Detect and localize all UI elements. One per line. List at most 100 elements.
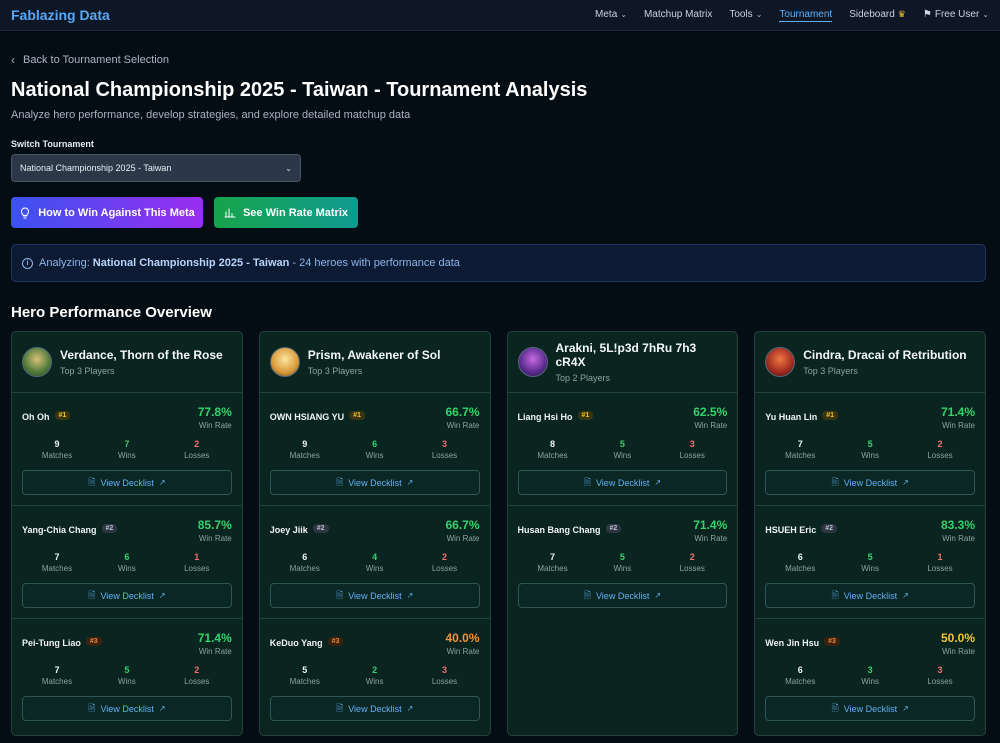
crown-icon: ♛ <box>897 9 906 19</box>
stat-losses: 3 Losses <box>905 665 975 686</box>
matches-value: 6 <box>797 665 803 675</box>
win-rate-matrix-button[interactable]: See Win Rate Matrix <box>214 197 358 228</box>
view-decklist-button[interactable]: 🗎 View Decklist ↗ <box>269 696 480 721</box>
nav-item-matchup-matrix[interactable]: Matchup Matrix <box>644 9 712 21</box>
stat-wins: 2 Wins <box>340 665 410 686</box>
hero-info: Prism, Awakener of Sol Top 3 Players <box>308 348 441 376</box>
view-decklist-button[interactable]: 🗎 View Decklist ↗ <box>765 696 975 721</box>
player-entry: Pei-Tung Liao #3 71.4% Win Rate 7 Matche… <box>12 619 242 732</box>
stat-matches: 7 Matches <box>518 552 588 573</box>
matches-label: Matches <box>41 564 73 573</box>
view-decklist-button[interactable]: 🗎 View Decklist ↗ <box>22 470 232 495</box>
player-entry: HSUEH Eric #2 83.3% Win Rate 6 Matches 5… <box>755 506 985 619</box>
stat-losses: 1 Losses <box>905 552 975 573</box>
view-decklist-button[interactable]: 🗎 View Decklist ↗ <box>22 696 232 721</box>
win-rate-block: 71.4% Win Rate <box>693 518 727 543</box>
rank-badge: #2 <box>101 524 118 533</box>
external-link-icon: ↗ <box>406 478 414 487</box>
stat-losses: 2 Losses <box>905 439 975 460</box>
hero-card: Arakni, 5L!p3d 7hRu 7h3 cR4X Top 2 Playe… <box>506 331 739 736</box>
action-buttons: How to Win Against This Meta See Win Rat… <box>11 197 986 228</box>
stat-wins: 7 Wins <box>92 439 162 460</box>
win-rate-label: Win Rate <box>446 534 480 543</box>
nav-item-label: Tools <box>729 9 753 20</box>
stat-wins: 5 Wins <box>587 439 657 460</box>
view-decklist-button[interactable]: 🗎 View Decklist ↗ <box>517 583 728 608</box>
matches-label: Matches <box>289 677 320 686</box>
brand-logo[interactable]: Fablazing Data <box>11 7 110 23</box>
view-decklist-label: View Decklist <box>100 477 154 488</box>
external-link-icon: ↗ <box>902 478 909 487</box>
hero-card: Prism, Awakener of Sol Top 3 Players OWN… <box>258 331 491 736</box>
external-link-icon: ↗ <box>406 591 414 600</box>
rank-badge: #2 <box>821 524 838 533</box>
hero-card-header: Prism, Awakener of Sol Top 3 Players <box>259 332 490 393</box>
losses-value: 2 <box>689 552 695 562</box>
win-rate-block: 40.0% Win Rate <box>445 631 479 656</box>
nav-item-label: Matchup Matrix <box>643 9 713 20</box>
nav-item-meta[interactable]: Meta ⌄ <box>595 9 627 21</box>
player-entry: Wen Jin Hsu #3 50.0% Win Rate 6 Matches … <box>755 619 985 732</box>
stat-matches: 9 Matches <box>22 439 92 460</box>
player-stats: 7 Matches 5 Wins 2 Losses <box>518 552 728 573</box>
stat-wins: 5 Wins <box>587 552 657 573</box>
wins-value: 5 <box>619 439 625 449</box>
document-icon: 🗎 <box>831 589 839 600</box>
losses-value: 3 <box>442 439 448 449</box>
win-rate-label: Win Rate <box>694 421 728 430</box>
losses-label: Losses <box>431 677 458 686</box>
external-link-icon: ↗ <box>158 478 166 487</box>
view-decklist-label: View Decklist <box>100 590 154 601</box>
view-decklist-button[interactable]: 🗎 View Decklist ↗ <box>517 470 728 495</box>
nav-menu: Meta ⌄ Matchup Matrix Tools ⌄ Tournament… <box>578 9 989 22</box>
wins-value: 5 <box>619 552 625 562</box>
wins-value: 5 <box>867 552 873 562</box>
losses-value: 3 <box>937 665 943 675</box>
view-decklist-button[interactable]: 🗎 View Decklist ↗ <box>765 470 975 495</box>
user-menu[interactable]: ⚑ Free User ⌄ <box>923 9 989 21</box>
win-rate-block: 71.4% Win Rate <box>941 405 975 430</box>
hero-card-header: Cindra, Dracai of Retribution Top 3 Play… <box>755 332 985 393</box>
win-rate-value: 62.5% <box>693 405 728 419</box>
matches-label: Matches <box>41 677 73 686</box>
losses-value: 3 <box>442 665 448 675</box>
player-entry: KeDuo Yang #3 40.0% Win Rate 5 Matches 2… <box>260 619 490 732</box>
document-icon: 🗎 <box>335 476 344 487</box>
back-label: Back to Tournament Selection <box>23 54 169 66</box>
view-decklist-button[interactable]: 🗎 View Decklist ↗ <box>765 583 975 608</box>
nav-item-tools[interactable]: Tools ⌄ <box>729 9 762 21</box>
view-decklist-button[interactable]: 🗎 View Decklist ↗ <box>269 583 480 608</box>
nav-item-tournament[interactable]: Tournament <box>779 9 833 22</box>
matches-label: Matches <box>289 564 320 573</box>
rank-badge: #1 <box>54 411 71 420</box>
matches-label: Matches <box>785 451 816 460</box>
win-rate-value: 85.7% <box>197 518 232 532</box>
matches-label: Matches <box>41 451 73 460</box>
wins-value: 5 <box>867 439 873 449</box>
flag-icon: ⚑ <box>922 9 932 20</box>
view-decklist-label: View Decklist <box>843 703 898 714</box>
document-icon: 🗎 <box>335 589 344 600</box>
losses-label: Losses <box>927 564 953 573</box>
hero-subtitle: Top 3 Players <box>60 366 115 376</box>
player-entry: Husan Bang Chang #2 71.4% Win Rate 7 Mat… <box>508 506 738 619</box>
matches-value: 7 <box>54 552 60 562</box>
player-stats: 7 Matches 5 Wins 2 Losses <box>765 439 975 460</box>
info-icon: i <box>22 257 33 269</box>
view-decklist-button[interactable]: 🗎 View Decklist ↗ <box>22 583 232 608</box>
stat-losses: 3 Losses <box>657 439 727 460</box>
losses-value: 2 <box>442 552 448 562</box>
nav-item-sideboard[interactable]: Sideboard ♛ <box>849 9 906 21</box>
stat-matches: 6 Matches <box>270 552 340 573</box>
matches-value: 9 <box>54 439 60 449</box>
wins-value: 7 <box>124 439 130 449</box>
external-link-icon: ↗ <box>654 591 662 600</box>
losses-label: Losses <box>184 451 210 460</box>
player-name: Liang Hsi Ho <box>517 412 573 422</box>
wins-value: 3 <box>867 665 873 675</box>
how-to-win-button[interactable]: How to Win Against This Meta <box>11 197 203 228</box>
tournament-select[interactable]: National Championship 2025 - Taiwan ⌄ <box>11 154 301 182</box>
back-link[interactable]: ‹ Back to Tournament Selection <box>11 53 986 67</box>
view-decklist-button[interactable]: 🗎 View Decklist ↗ <box>269 470 480 495</box>
stat-matches: 8 Matches <box>518 439 588 460</box>
